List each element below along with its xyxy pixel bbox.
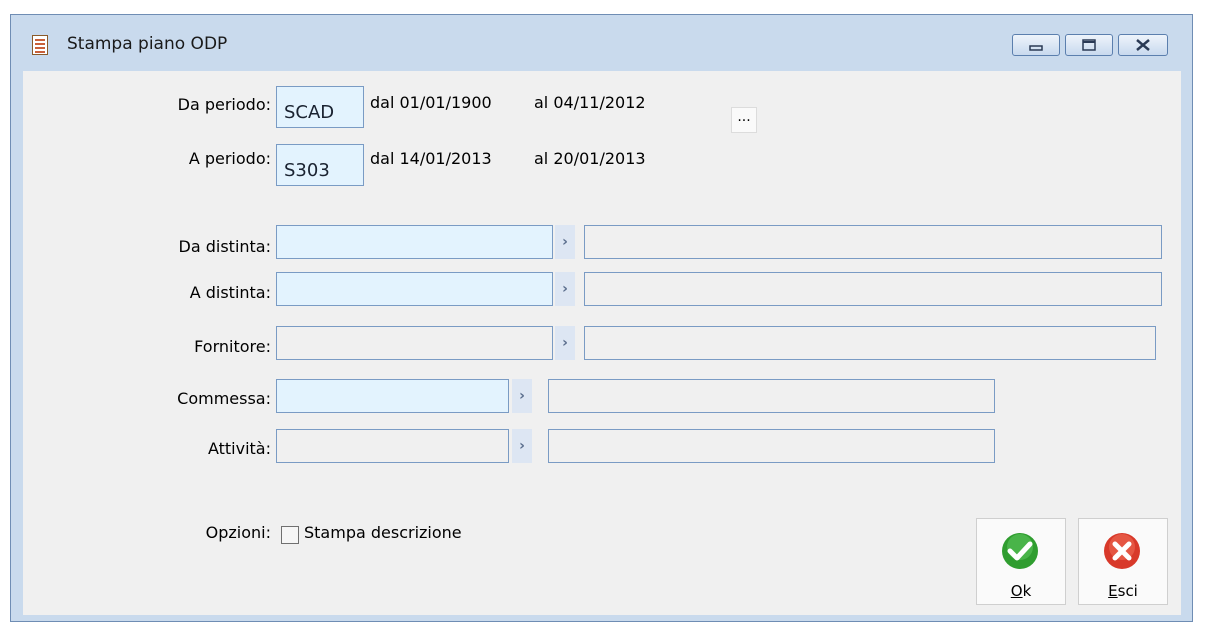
a-periodo-code-input[interactable]: S303 <box>276 144 364 186</box>
a-distinta-zoom-button[interactable]: › <box>555 272 575 306</box>
a-periodo-dal: dal 14/01/2013 <box>370 149 492 168</box>
chevron-right-icon: › <box>562 234 568 250</box>
title-bar[interactable]: Stampa piano ODP <box>11 15 1192 71</box>
commessa-label: Commessa: <box>177 389 271 408</box>
a-distinta-description <box>584 272 1162 306</box>
close-button[interactable] <box>1118 34 1168 56</box>
minimize-icon <box>1029 45 1043 51</box>
esci-button-label: Esci <box>1108 582 1138 600</box>
chevron-right-icon: › <box>519 388 525 404</box>
ok-button[interactable]: Ok <box>976 518 1066 605</box>
fornitore-label: Fornitore: <box>194 337 271 356</box>
a-distinta-input[interactable] <box>276 272 553 306</box>
x-icon <box>1104 533 1140 569</box>
da-distinta-description <box>584 225 1162 259</box>
stampa-descrizione-checkbox[interactable] <box>281 526 299 544</box>
stampa-descrizione-label[interactable]: Stampa descrizione <box>304 523 462 543</box>
commessa-description <box>548 379 995 413</box>
attivita-input[interactable] <box>276 429 509 463</box>
esci-button[interactable]: Esci <box>1078 518 1168 605</box>
attivita-description <box>548 429 995 463</box>
da-distinta-label: Da distinta: <box>178 237 271 256</box>
app-icon <box>32 35 48 55</box>
chevron-right-icon: › <box>562 335 568 351</box>
opzioni-label: Opzioni: <box>205 523 271 542</box>
window-title: Stampa piano ODP <box>67 34 228 54</box>
da-periodo-code-input[interactable]: SCAD <box>276 86 364 128</box>
dialog-client-area: Da periodo: SCAD dal 01/01/1900 al 04/11… <box>23 71 1181 615</box>
a-periodo-al: al 20/01/2013 <box>534 149 646 168</box>
period-ellipsis-button[interactable]: ... <box>731 107 757 133</box>
attivita-zoom-button[interactable]: › <box>512 429 532 463</box>
da-periodo-al: al 04/11/2012 <box>534 93 646 112</box>
attivita-label: Attività: <box>207 439 271 458</box>
da-periodo-label: Da periodo: <box>177 95 271 114</box>
minimize-button[interactable] <box>1012 34 1060 56</box>
checkmark-icon <box>1002 533 1038 569</box>
a-periodo-label: A periodo: <box>188 149 271 168</box>
maximize-icon <box>1082 39 1096 51</box>
da-distinta-input[interactable] <box>276 225 553 259</box>
fornitore-zoom-button[interactable]: › <box>555 326 575 360</box>
dialog-window: Stampa piano ODP Da periodo: SCAD dal 01… <box>10 14 1193 622</box>
ok-button-label: Ok <box>1010 582 1032 600</box>
chevron-right-icon: › <box>562 281 568 297</box>
commessa-input[interactable] <box>276 379 509 413</box>
chevron-right-icon: › <box>519 438 525 454</box>
maximize-button[interactable] <box>1065 34 1113 56</box>
da-distinta-zoom-button[interactable]: › <box>555 225 575 259</box>
close-icon <box>1136 39 1150 51</box>
fornitore-description <box>584 326 1156 360</box>
a-distinta-label: A distinta: <box>189 283 271 302</box>
fornitore-input[interactable] <box>276 326 553 360</box>
commessa-zoom-button[interactable]: › <box>512 379 532 413</box>
da-periodo-dal: dal 01/01/1900 <box>370 93 492 112</box>
